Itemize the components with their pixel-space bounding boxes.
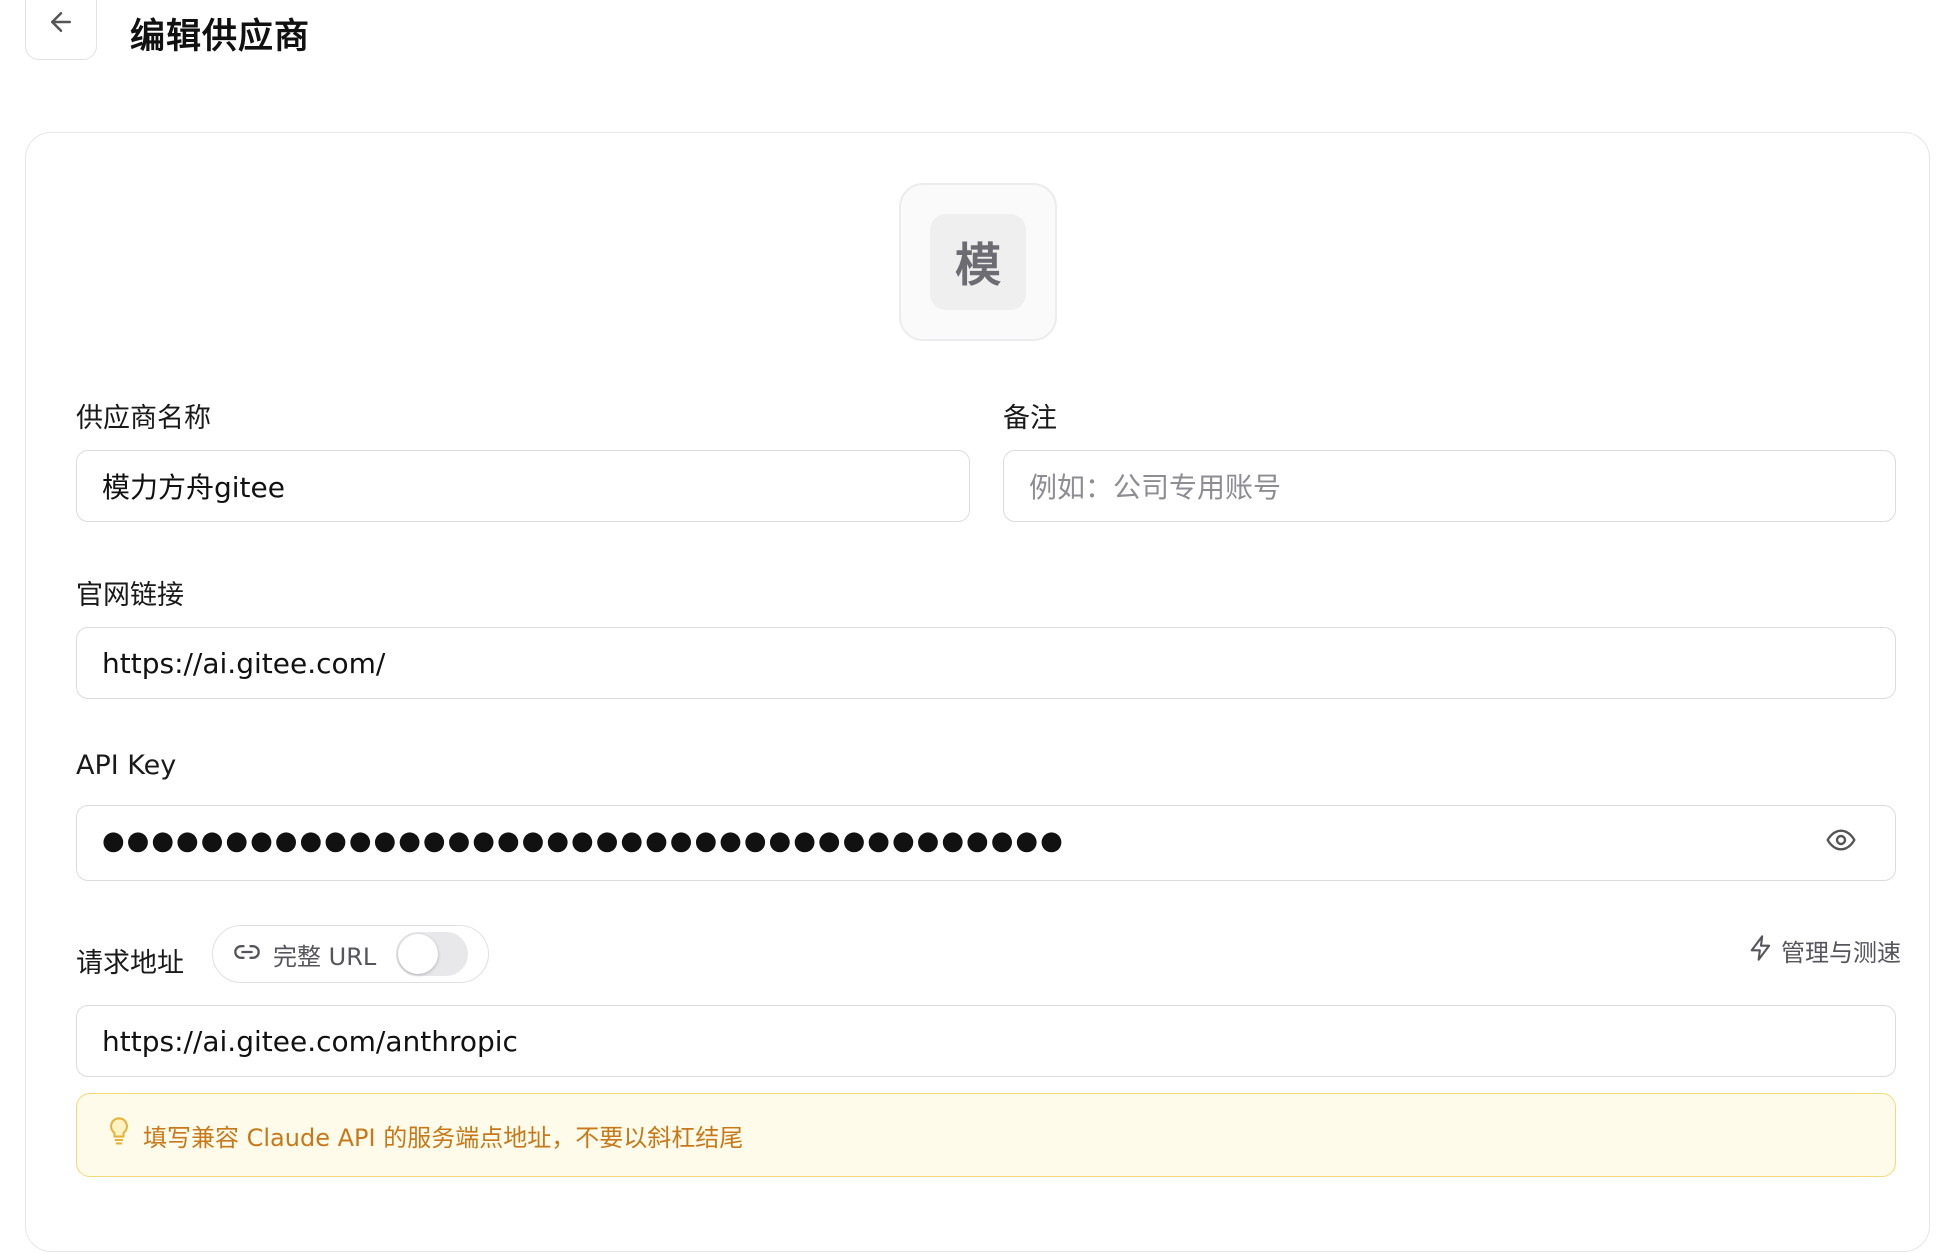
endpoint-hint: 填写兼容 Claude API 的服务端点地址，不要以斜杠结尾 bbox=[76, 1093, 1896, 1177]
website-label: 官网链接 bbox=[76, 580, 184, 611]
provider-logo[interactable]: 模 bbox=[899, 183, 1057, 341]
website-input-value: https://ai.gitee.com/ bbox=[102, 646, 386, 680]
endpoint-label: 请求地址 bbox=[76, 948, 184, 979]
toggle-visibility-button[interactable] bbox=[1823, 825, 1859, 861]
lightbulb-icon bbox=[105, 1116, 133, 1154]
note-input-placeholder: 例如：公司专用账号 bbox=[1029, 471, 1282, 504]
endpoint-input-value: https://ai.gitee.com/anthropic bbox=[102, 1024, 518, 1058]
endpoint-input[interactable]: https://ai.gitee.com/anthropic bbox=[76, 1005, 1896, 1077]
full-url-label: 完整 URL bbox=[273, 942, 377, 971]
arrow-left-icon bbox=[46, 7, 76, 41]
note-label: 备注 bbox=[1003, 403, 1057, 434]
full-url-toggle[interactable] bbox=[396, 932, 468, 976]
website-input[interactable]: https://ai.gitee.com/ bbox=[76, 627, 1896, 699]
full-url-control: 完整 URL bbox=[212, 925, 489, 983]
link-icon bbox=[233, 938, 261, 970]
note-input[interactable]: 例如：公司专用账号 bbox=[1003, 450, 1896, 522]
eye-icon bbox=[1825, 824, 1857, 863]
page-title: 编辑供应商 bbox=[130, 16, 311, 57]
back-button[interactable] bbox=[25, 0, 97, 60]
provider-form-card: 模 供应商名称 备注 模力方舟gitee 例如：公司专用账号 官网链接 http… bbox=[25, 132, 1930, 1252]
api-key-input[interactable]: ●●●●●●●●●●●●●●●●●●●●●●●●●●●●●●●●●●●●●●● bbox=[76, 805, 1896, 881]
name-label: 供应商名称 bbox=[76, 403, 211, 434]
api-key-label: API Key bbox=[76, 750, 177, 781]
name-input[interactable]: 模力方舟gitee bbox=[76, 450, 970, 522]
manage-and-speedtest-label: 管理与测速 bbox=[1781, 939, 1901, 967]
name-input-value: 模力方舟gitee bbox=[102, 471, 285, 504]
endpoint-hint-text: 填写兼容 Claude API 的服务端点地址，不要以斜杠结尾 bbox=[143, 1123, 744, 1152]
toggle-knob bbox=[398, 934, 438, 974]
page-header: 编辑供应商 bbox=[25, 0, 310, 68]
lightning-icon bbox=[1747, 934, 1775, 968]
provider-logo-letter: 模 bbox=[930, 214, 1026, 310]
api-key-masked-value: ●●●●●●●●●●●●●●●●●●●●●●●●●●●●●●●●●●●●●●● bbox=[102, 826, 1065, 856]
manage-and-speedtest-button[interactable]: 管理与测速 bbox=[1747, 933, 1901, 968]
